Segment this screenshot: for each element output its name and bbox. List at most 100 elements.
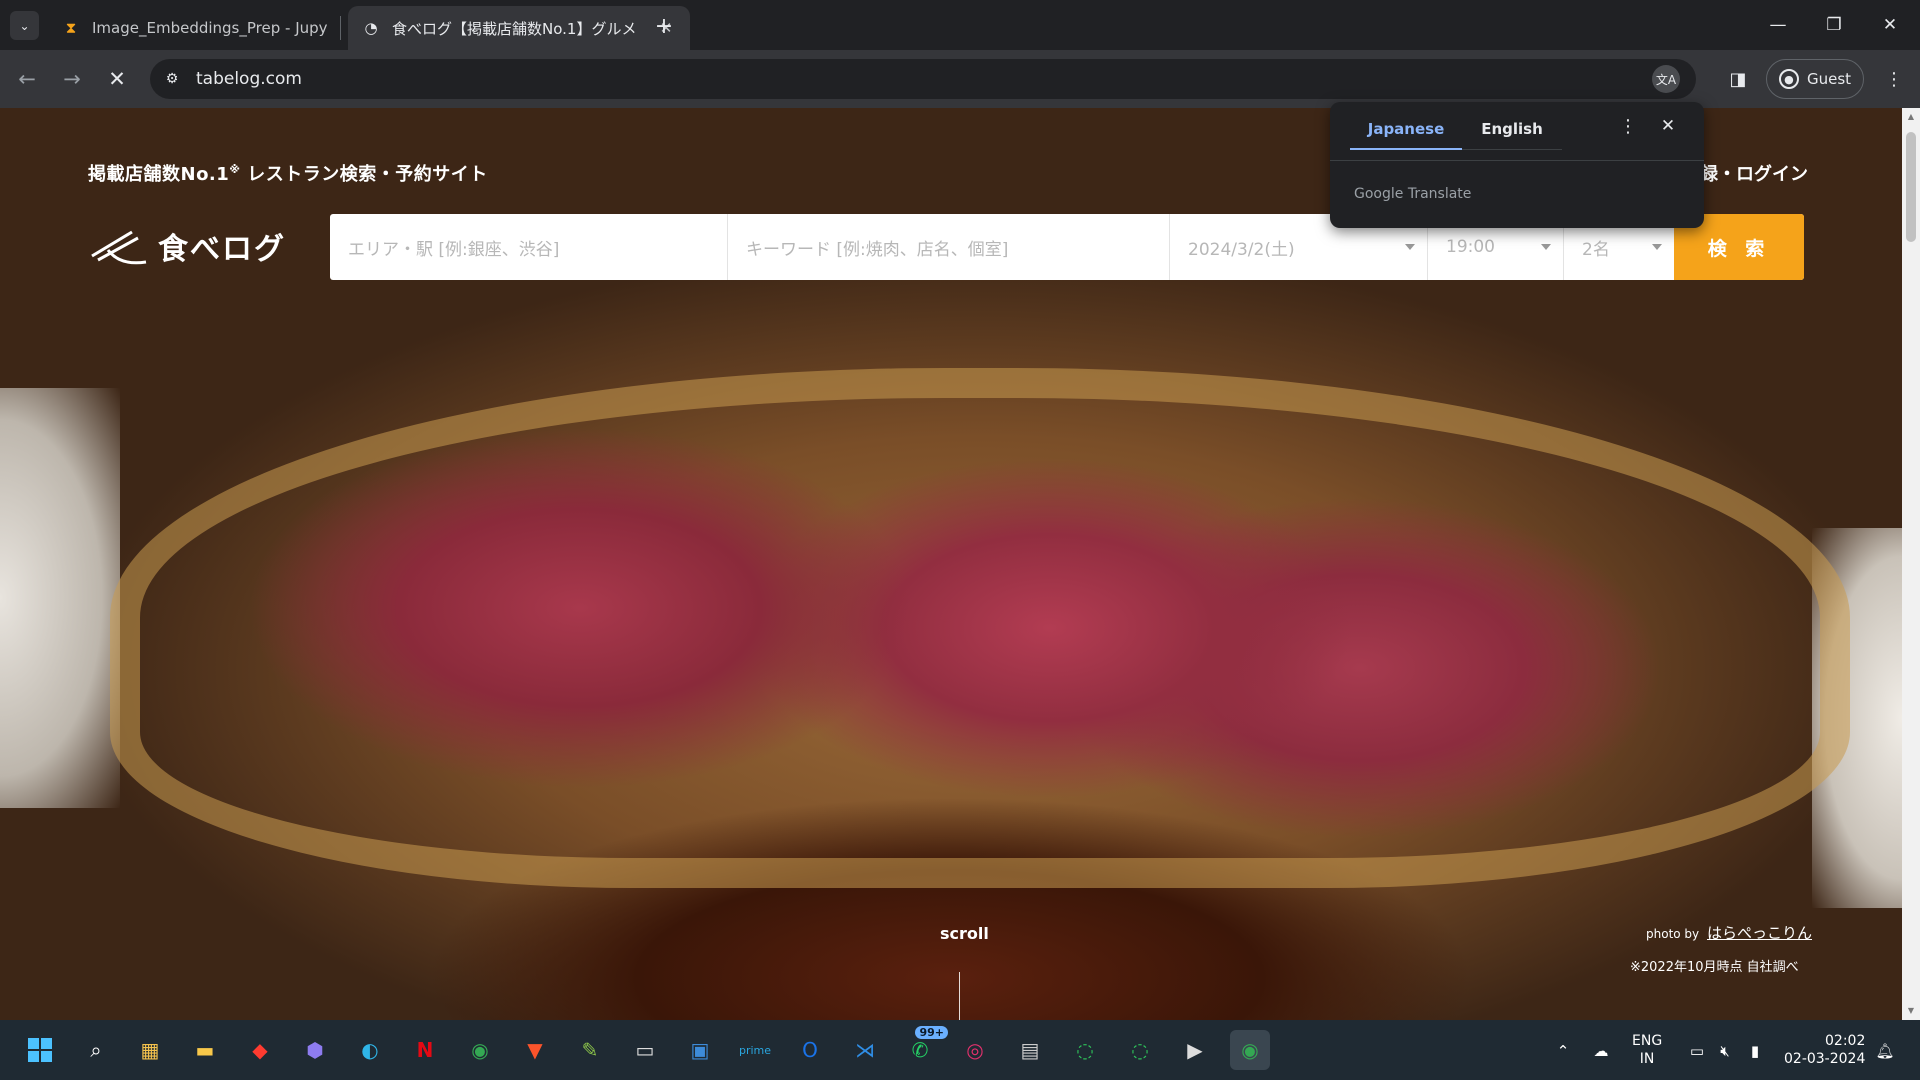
address-bar[interactable]: ⚙ tabelog.com 文A — [150, 59, 1696, 99]
tab-japanese[interactable]: Japanese — [1350, 120, 1462, 150]
onedrive-cloud-icon[interactable]: ☁ — [1590, 1040, 1612, 1062]
clock-time: 02:02 — [1825, 1033, 1866, 1049]
page-scrollbar[interactable]: ▲ ▼ — [1902, 108, 1920, 1020]
minimize-button[interactable]: — — [1750, 8, 1806, 42]
page-viewport: 掲載店舗数No.1※ レストラン検索・予約サイト 録・ログイン 食べログ エリア… — [0, 108, 1902, 1020]
start-icon[interactable] — [20, 1030, 60, 1070]
time-value: 19:00 — [1446, 237, 1495, 257]
file-explorer-icon[interactable]: ▬ — [185, 1030, 225, 1070]
tagline-rest: レストラン検索・予約サイト — [240, 164, 488, 185]
hourglass-icon: ⧗ — [65, 19, 77, 37]
network-icon[interactable]: ▭ — [1686, 1040, 1708, 1062]
scroll-up-arrow-icon[interactable]: ▲ — [1906, 112, 1916, 122]
stop-loading-button[interactable]: ✕ — [100, 62, 134, 96]
area-search-input[interactable]: エリア・駅 [例:銀座、渋谷] — [330, 214, 728, 280]
chevron-down-icon — [1405, 244, 1415, 250]
window-close-button[interactable]: ✕ — [1862, 8, 1918, 42]
chevron-down-icon — [1652, 244, 1662, 250]
url-text[interactable]: tabelog.com — [196, 69, 302, 89]
battery-icon[interactable]: ▮ — [1744, 1040, 1766, 1062]
keyword-search-input[interactable]: キーワード [例:焼肉、店名、個室] — [728, 214, 1170, 280]
survey-note: ※2022年10月時点 自社調べ — [1630, 960, 1799, 975]
store-icon[interactable]: ▦ — [130, 1030, 170, 1070]
chrome-icon[interactable]: ◉ — [460, 1030, 500, 1070]
search-icon[interactable]: ⌕ — [76, 1030, 116, 1070]
chopsticks-logo-icon — [91, 230, 147, 265]
side-panel-icon[interactable]: ◨ — [1722, 63, 1754, 95]
app-purple-icon[interactable]: ⬢ — [295, 1030, 335, 1070]
vscode-icon[interactable]: ⋊ — [845, 1030, 885, 1070]
scrollbar-thumb[interactable] — [1906, 132, 1916, 242]
translate-icon[interactable]: 文A — [1652, 65, 1680, 93]
photo-credit-link[interactable]: はらぺっこりん — [1707, 924, 1812, 942]
browser-toolbar: ← → ✕ ⚙ tabelog.com 文A ◨ ● Guest ⋮ — [0, 50, 1920, 108]
tab-title: Image_Embeddings_Prep - Jupy — [92, 19, 328, 37]
chevron-up-icon[interactable]: ⌃ — [1552, 1040, 1574, 1062]
forward-button[interactable]: → — [55, 62, 89, 96]
app-ring-green-icon[interactable]: ◌ — [1065, 1030, 1105, 1070]
tab-search-button[interactable]: ⌄ — [10, 11, 39, 40]
prime-video-icon[interactable]: prime — [735, 1030, 775, 1070]
scroll-indicator-line — [959, 972, 960, 1020]
tab-bar: ⌄ ⧗ Image_Embeddings_Prep - Jupy ✕ ◔ 食べロ… — [0, 0, 1920, 50]
tab-english[interactable]: English — [1462, 120, 1562, 150]
chrome-active-icon[interactable]: ◉ — [1230, 1030, 1270, 1070]
tab-separator — [340, 16, 341, 40]
photo-credit-prefix: photo by — [1646, 927, 1700, 941]
people-value: 2名 — [1582, 239, 1610, 260]
whatsapp-icon[interactable]: ✆ 99+ — [900, 1026, 948, 1070]
app-ring-green-icon[interactable]: ◌ — [1120, 1030, 1160, 1070]
google-translate-label: Google Translate — [1354, 186, 1472, 202]
clock[interactable]: 02:02 02-03-2024 — [1784, 1032, 1865, 1068]
profile-label: Guest — [1806, 70, 1852, 88]
close-icon[interactable]: ✕ — [1656, 116, 1680, 140]
profile-button[interactable]: ● Guest — [1766, 59, 1864, 99]
edge-icon[interactable]: ◐ — [350, 1030, 390, 1070]
notification-bell-icon[interactable]: 🔔︎ — [1874, 1040, 1896, 1062]
divider — [1330, 160, 1704, 161]
menu-kebab-icon[interactable]: ⋮ — [1878, 63, 1910, 95]
hero-image-plate — [0, 388, 120, 808]
tagline-main: 掲載店舗数No.1 — [88, 164, 230, 185]
app-red-diamond-icon[interactable]: ◆ — [240, 1030, 280, 1070]
tagline-mark: ※ — [229, 163, 241, 176]
new-tab-button[interactable]: + — [650, 12, 678, 40]
outlook-icon[interactable]: O — [790, 1030, 830, 1070]
tab-title: 食べログ【掲載店舗数No.1】グルメ — [392, 19, 637, 38]
language-bottom: IN — [1639, 1051, 1655, 1067]
translate-options-icon[interactable]: ⋮ — [1616, 116, 1640, 140]
brave-icon[interactable]: ▼ — [515, 1030, 555, 1070]
translate-popup: Japanese English ⋮ ✕ Google Translate — [1330, 102, 1704, 228]
login-link[interactable]: 録・ログイン — [1700, 160, 1808, 186]
back-button[interactable]: ← — [10, 62, 44, 96]
terminal-icon[interactable]: ▶ — [1175, 1030, 1215, 1070]
instagram-icon[interactable]: ◎ — [955, 1030, 995, 1070]
date-value: 2024/3/2(土) — [1188, 239, 1295, 260]
loading-spinner-icon: ◔ — [364, 19, 378, 37]
hero-image-pastry — [110, 368, 1850, 888]
clock-date: 02-03-2024 — [1784, 1051, 1866, 1067]
app-window-icon[interactable]: ▤ — [1010, 1030, 1050, 1070]
chevron-down-icon — [1541, 244, 1551, 250]
photo-credit: photo by はらぺっこりん — [1646, 922, 1812, 943]
language-top: ENG — [1632, 1033, 1663, 1049]
terminal-black-icon[interactable]: ▭ — [625, 1030, 665, 1070]
tabelog-logo[interactable]: 食べログ — [88, 226, 286, 267]
tab-jupyter[interactable]: ⧗ Image_Embeddings_Prep - Jupy ✕ — [48, 6, 390, 50]
windows-taskbar: ⌕ ▦ ▬ ◆ ⬢ ◐ N ◉ ▼ ✎ ▭ ▣ prime O ⋊ ✆ 99+ … — [0, 1020, 1920, 1080]
notification-badge: 99+ — [915, 1026, 948, 1039]
tab-tabelog[interactable]: ◔ 食べログ【掲載店舗数No.1】グルメ ✕ — [348, 6, 690, 50]
windows-logo-icon — [28, 1038, 52, 1062]
site-tagline: 掲載店舗数No.1※ レストラン検索・予約サイト — [88, 160, 488, 186]
notepad-plus-icon[interactable]: ✎ — [570, 1030, 610, 1070]
language-indicator[interactable]: ENG IN — [1632, 1032, 1662, 1068]
profile-icon: ● — [1778, 69, 1799, 89]
logo-text: 食べログ — [158, 232, 286, 267]
scroll-indicator-label: scroll — [940, 924, 989, 943]
site-info-icon[interactable]: ⚙ — [162, 69, 182, 89]
volume-muted-icon[interactable]: 🔇︎ — [1714, 1040, 1736, 1062]
scroll-down-arrow-icon[interactable]: ▼ — [1906, 1006, 1916, 1016]
windows-security-icon[interactable]: ▣ — [680, 1030, 720, 1070]
netflix-icon[interactable]: N — [405, 1030, 445, 1070]
restore-button[interactable]: ❐ — [1806, 8, 1862, 42]
